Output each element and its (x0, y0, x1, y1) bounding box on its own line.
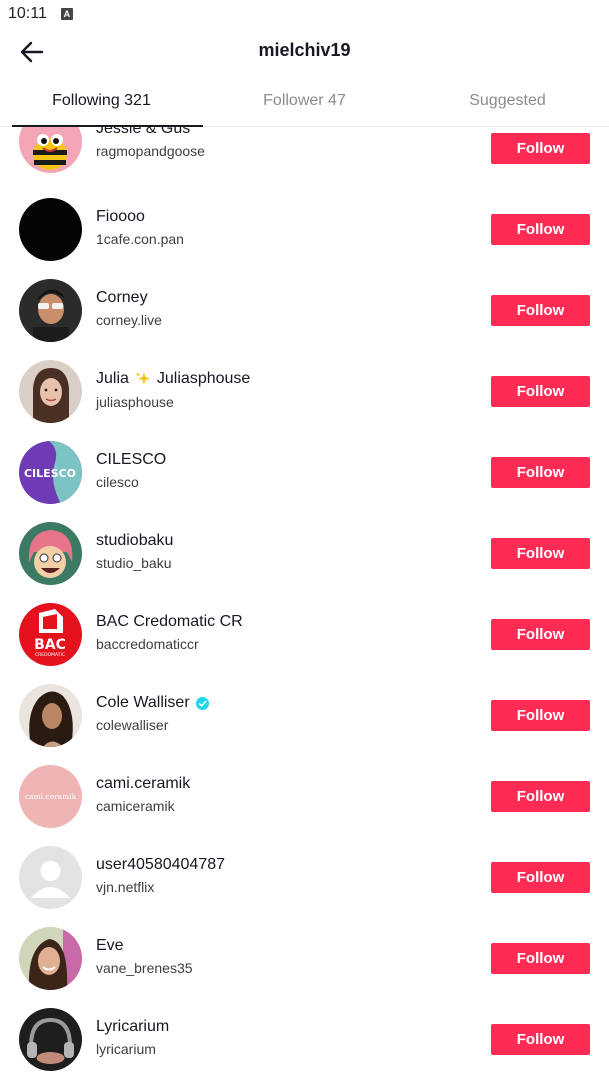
avatar: cami.ceramik (19, 765, 82, 828)
avatar (19, 522, 82, 585)
user-name: Lyricarium (96, 1018, 170, 1035)
user-handle: studio_baku (96, 555, 172, 571)
user-name: user40580404787 (96, 856, 226, 873)
notification-a-icon: A (60, 8, 73, 20)
user-handle: juliasphouse (96, 394, 174, 410)
user-name: Eve (96, 937, 124, 954)
follow-button[interactable]: Follow (491, 376, 590, 407)
user-handle: baccredomaticcr (96, 636, 199, 652)
avatar (19, 927, 82, 990)
follow-button[interactable]: Follow (491, 1024, 590, 1055)
user-handle: vjn.netflix (96, 879, 155, 895)
user-name: studiobaku (96, 532, 174, 549)
cami-ceramik-logo-avatar-icon: cami.ceramik (19, 765, 82, 828)
bee-mascot-avatar-icon (19, 127, 82, 173)
list-item[interactable]: Eve vane_brenes35 Follow (0, 927, 609, 1009)
user-name: Cole Walliser (96, 694, 209, 712)
list-item[interactable]: studiobaku studio_baku Follow (0, 522, 609, 604)
user-handle: corney.live (96, 312, 162, 328)
avatar (19, 279, 82, 342)
follow-button[interactable]: Follow (491, 538, 590, 569)
verified-badge-icon (195, 696, 209, 710)
list-item[interactable]: user40580404787 vjn.netflix Follow (0, 846, 609, 928)
avatar (19, 360, 82, 423)
follow-button[interactable]: Follow (491, 295, 590, 326)
avatar (19, 198, 82, 261)
user-name: Corney (96, 289, 148, 306)
sparkles-icon (135, 372, 150, 385)
cilesco-logo-avatar-icon: CILESCO (19, 441, 82, 504)
tab-bar: Following 321 Follower 47 Suggested (0, 76, 609, 127)
tab-follower[interactable]: Follower 47 (203, 76, 406, 126)
avatar (19, 846, 82, 909)
list-item[interactable]: CILESCO CILESCO cilesco Follow (0, 441, 609, 523)
tab-suggested[interactable]: Suggested (406, 76, 609, 126)
person-sunglasses-avatar-icon (19, 279, 82, 342)
default-user-avatar-icon (19, 846, 82, 909)
avatar-text: cami.ceramik (25, 792, 77, 801)
user-handle: colewalliser (96, 717, 169, 733)
avatar (19, 684, 82, 747)
status-time: 10:11 (8, 5, 47, 22)
following-list: Jessie & Gus ragmopandgoose Follow Fiooo… (0, 127, 609, 1080)
list-item[interactable]: BAC CREDOMATIC BAC Credomatic CR baccred… (0, 603, 609, 685)
user-handle: camiceramik (96, 798, 175, 814)
list-item[interactable]: Cole Walliser colewalliser Follow (0, 684, 609, 766)
curly-hair-portrait-avatar-icon (19, 684, 82, 747)
page-title: mielchiv19 (258, 40, 351, 60)
follow-button[interactable]: Follow (491, 781, 590, 812)
user-name: BAC Credomatic CR (96, 613, 243, 630)
list-item[interactable]: Jessie & Gus ragmopandgoose Follow (0, 127, 609, 199)
user-handle: lyricarium (96, 1041, 156, 1057)
woman-portrait-avatar-icon (19, 360, 82, 423)
follow-button[interactable]: Follow (491, 619, 590, 650)
user-handle: vane_brenes35 (96, 960, 193, 976)
tab-following[interactable]: Following 321 (0, 76, 203, 127)
avatar (19, 127, 82, 173)
follow-button[interactable]: Follow (491, 214, 590, 245)
avatar (19, 1008, 82, 1071)
user-handle: ragmopandgoose (96, 143, 205, 159)
user-name: Julia Juliasphouse (96, 370, 251, 387)
user-handle: cilesco (96, 474, 139, 490)
status-bar: 10:11 A (0, 0, 609, 28)
follow-button[interactable]: Follow (491, 943, 590, 974)
black-avatar-icon (19, 198, 82, 261)
list-item[interactable]: cami.ceramik cami.ceramik camiceramik Fo… (0, 765, 609, 847)
user-name: Fioooo (96, 208, 145, 225)
follow-button[interactable]: Follow (491, 133, 590, 164)
headphones-avatar-icon (19, 1008, 82, 1071)
avatar: CILESCO (19, 441, 82, 504)
avatar-text: BAC (34, 637, 66, 653)
list-item[interactable]: Fioooo 1cafe.con.pan Follow (0, 198, 609, 280)
user-handle: 1cafe.con.pan (96, 231, 184, 247)
avatar: BAC CREDOMATIC (19, 603, 82, 666)
bac-logo-avatar-icon: BAC CREDOMATIC (19, 603, 82, 666)
avatar-subtext: CREDOMATIC (35, 652, 65, 658)
follow-button[interactable]: Follow (491, 700, 590, 731)
list-item[interactable]: Lyricarium lyricarium Follow (0, 1008, 609, 1080)
follow-button[interactable]: Follow (491, 457, 590, 488)
user-name: CILESCO (96, 451, 167, 468)
avatar-text: CILESCO (24, 467, 76, 480)
user-name: cami.ceramik (96, 775, 191, 792)
header: mielchiv19 (0, 28, 609, 76)
list-item[interactable]: Corney corney.live Follow (0, 279, 609, 361)
cartoon-character-avatar-icon (19, 522, 82, 585)
follow-button[interactable]: Follow (491, 862, 590, 893)
list-item[interactable]: Julia Juliasphouse juliasphouse Follow (0, 360, 609, 442)
woman-selfie-avatar-icon (19, 927, 82, 990)
user-name: Jessie & Gus (96, 127, 191, 137)
